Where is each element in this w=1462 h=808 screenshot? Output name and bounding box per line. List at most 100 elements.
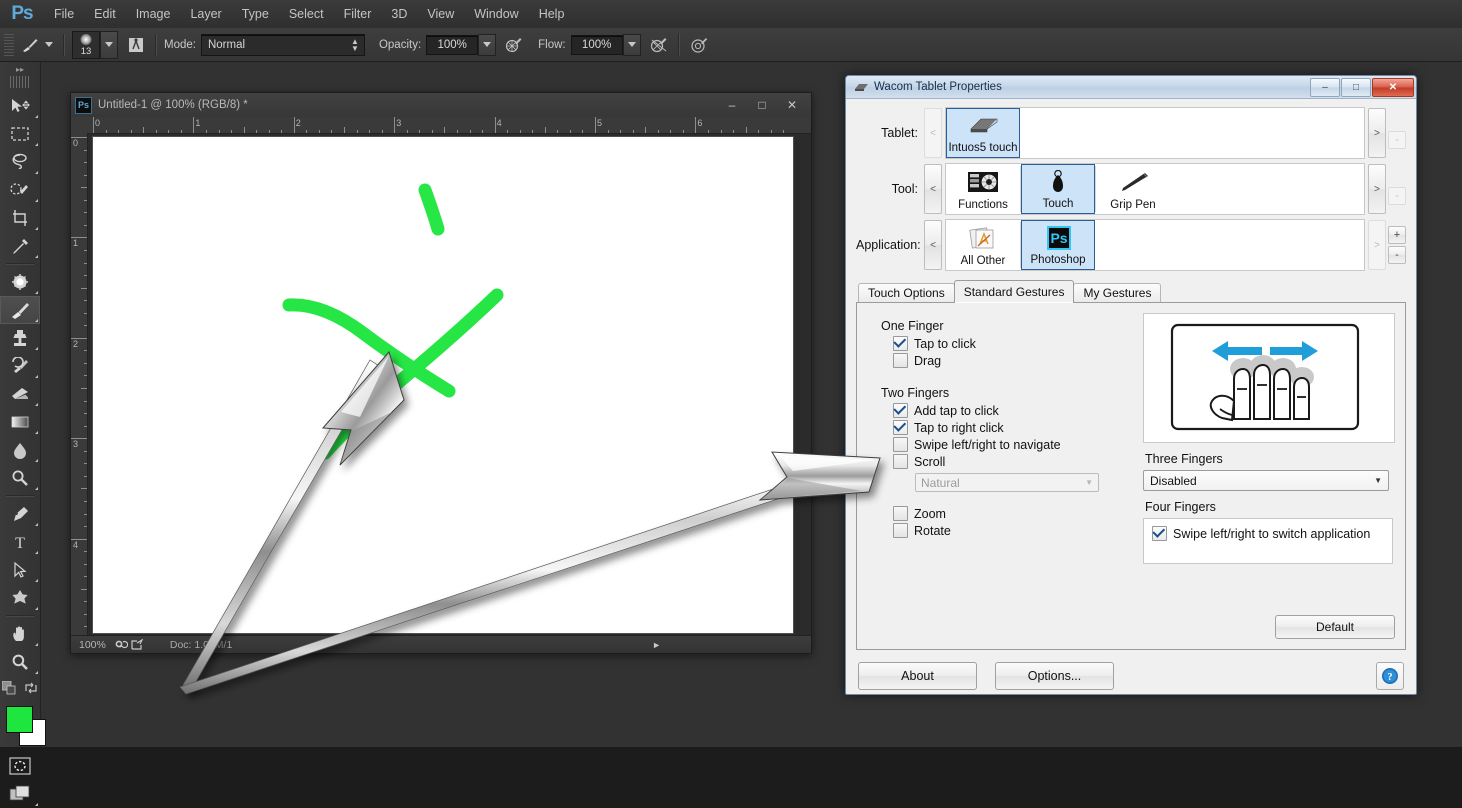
tablet-item-intuos5-touch[interactable]: Intuos5 touch: [946, 108, 1020, 158]
path-selection-tool[interactable]: [0, 556, 40, 584]
brush-tool[interactable]: [0, 296, 40, 324]
share-icon[interactable]: [130, 638, 146, 652]
default-colors-icon[interactable]: [1, 680, 16, 700]
about-button[interactable]: About: [858, 662, 977, 690]
checkbox-swipe-switch-application[interactable]: Swipe left/right to switch application: [1152, 526, 1392, 541]
tool-remove-button[interactable]: -: [1388, 186, 1406, 205]
tab-my-gestures[interactable]: My Gestures: [1073, 283, 1162, 303]
tool-prev-button[interactable]: <: [924, 164, 942, 214]
menu-file[interactable]: File: [44, 0, 84, 28]
move-tool[interactable]: [0, 92, 40, 120]
toolbar-drag-grip[interactable]: [10, 76, 30, 88]
options-bar-grip[interactable]: [4, 33, 14, 56]
application-add-button[interactable]: +: [1388, 226, 1406, 244]
help-question-icon[interactable]: ?: [1376, 662, 1404, 690]
blur-tool[interactable]: [0, 436, 40, 464]
wacom-minimize-button[interactable]: –: [1310, 77, 1340, 97]
eraser-tool[interactable]: [0, 380, 40, 408]
checkbox-zoom[interactable]: Zoom: [893, 506, 1121, 521]
type-tool[interactable]: T: [0, 528, 40, 556]
menu-3d[interactable]: 3D: [381, 0, 417, 28]
airbrush-icon[interactable]: [647, 33, 671, 57]
brush-panel-icon[interactable]: [124, 33, 148, 57]
menu-edit[interactable]: Edit: [84, 0, 126, 28]
collapse-panel-icon[interactable]: ▸▸: [0, 62, 40, 76]
application-remove-button[interactable]: -: [1388, 246, 1406, 264]
opacity-dropdown[interactable]: [478, 33, 497, 56]
flow-dropdown[interactable]: [622, 33, 641, 56]
quick-selection-tool[interactable]: [0, 176, 40, 204]
application-next-button[interactable]: >: [1368, 220, 1386, 270]
hand-tool[interactable]: [0, 620, 40, 648]
wacom-title-bar[interactable]: Wacom Tablet Properties – □ ✕: [846, 76, 1416, 99]
menu-help[interactable]: Help: [529, 0, 575, 28]
tool-item-grip-pen[interactable]: Grip Pen: [1096, 164, 1170, 214]
foreground-color-swatch[interactable]: [6, 706, 33, 733]
checkbox-add-tap-to-click[interactable]: Add tap to click: [893, 403, 1121, 418]
history-brush-tool[interactable]: [0, 352, 40, 380]
three-fingers-select[interactable]: Disabled ▼: [1143, 470, 1389, 491]
checkbox-drag[interactable]: Drag: [893, 353, 1121, 368]
blend-mode-select[interactable]: Normal ▲ ▼: [200, 33, 365, 56]
status-zoom-level[interactable]: 100%: [71, 639, 114, 651]
canvas-area[interactable]: [93, 137, 793, 633]
lasso-tool[interactable]: [0, 148, 40, 176]
checkbox-scroll[interactable]: Scroll: [893, 454, 1121, 469]
menu-window[interactable]: Window: [464, 0, 528, 28]
shape-tool[interactable]: [0, 584, 40, 612]
tablet-prev-button[interactable]: <: [924, 108, 942, 158]
checkbox-rotate[interactable]: Rotate: [893, 523, 1121, 538]
gradient-tool[interactable]: [0, 408, 40, 436]
horizontal-ruler[interactable]: 0 1 2 3 4 5 6: [71, 117, 811, 134]
checkbox-tap-to-right-click[interactable]: Tap to right click: [893, 420, 1121, 435]
vertical-ruler[interactable]: 0 1 2 3 4: [71, 133, 88, 637]
play-arrow-icon[interactable]: ►: [652, 640, 661, 650]
spot-healing-tool[interactable]: [0, 268, 40, 296]
opacity-input[interactable]: 100%: [426, 34, 479, 55]
document-title-bar[interactable]: Ps Untitled-1 @ 100% (RGB/8) * – □ ✕: [71, 93, 811, 118]
tab-standard-gestures[interactable]: Standard Gestures: [953, 280, 1075, 303]
menu-filter[interactable]: Filter: [334, 0, 382, 28]
menu-image[interactable]: Image: [126, 0, 181, 28]
document-maximize-button[interactable]: □: [747, 94, 777, 116]
menu-select[interactable]: Select: [279, 0, 334, 28]
dodge-tool[interactable]: [0, 464, 40, 492]
pen-tool[interactable]: [0, 500, 40, 528]
pressure-size-icon[interactable]: [687, 33, 711, 57]
clone-stamp-tool[interactable]: [0, 324, 40, 352]
brush-size-dropdown[interactable]: [100, 30, 118, 59]
pressure-opacity-icon[interactable]: [502, 33, 526, 57]
wacom-close-button[interactable]: ✕: [1372, 77, 1414, 97]
tool-item-touch[interactable]: Touch: [1021, 164, 1095, 214]
checkbox-swipe-to-navigate[interactable]: Swipe left/right to navigate: [893, 437, 1121, 452]
tool-next-button[interactable]: >: [1368, 164, 1386, 214]
brush-size-preview[interactable]: 13: [72, 30, 100, 59]
document-close-button[interactable]: ✕: [777, 94, 807, 116]
menu-type[interactable]: Type: [232, 0, 279, 28]
checkbox-tap-to-click[interactable]: Tap to click: [893, 336, 1121, 351]
settings-icon[interactable]: [114, 638, 130, 652]
application-prev-button[interactable]: <: [924, 220, 942, 270]
default-button[interactable]: Default: [1275, 615, 1395, 639]
scroll-direction-select[interactable]: Natural ▼: [915, 473, 1099, 492]
screen-mode-icon[interactable]: [0, 780, 40, 808]
application-item-all-other[interactable]: All Other: [946, 220, 1020, 270]
brush-icon[interactable]: [18, 33, 42, 57]
marquee-tool[interactable]: [0, 120, 40, 148]
eyedropper-tool[interactable]: [0, 232, 40, 260]
options-button[interactable]: Options...: [995, 662, 1114, 690]
quick-mask-icon[interactable]: [0, 752, 40, 780]
zoom-tool[interactable]: [0, 648, 40, 676]
swap-colors-icon[interactable]: [24, 681, 38, 699]
tab-touch-options[interactable]: Touch Options: [858, 283, 955, 303]
tool-item-functions[interactable]: Functions: [946, 164, 1020, 214]
wacom-maximize-button[interactable]: □: [1341, 77, 1371, 97]
crop-tool[interactable]: [0, 204, 40, 232]
application-item-photoshop[interactable]: Ps Photoshop: [1021, 220, 1095, 270]
menu-layer[interactable]: Layer: [180, 0, 231, 28]
tablet-remove-button[interactable]: -: [1388, 130, 1406, 149]
brush-preset-dropdown-arrow[interactable]: [42, 33, 56, 57]
tablet-next-button[interactable]: >: [1368, 108, 1386, 158]
menu-view[interactable]: View: [417, 0, 464, 28]
document-minimize-button[interactable]: –: [717, 94, 747, 116]
